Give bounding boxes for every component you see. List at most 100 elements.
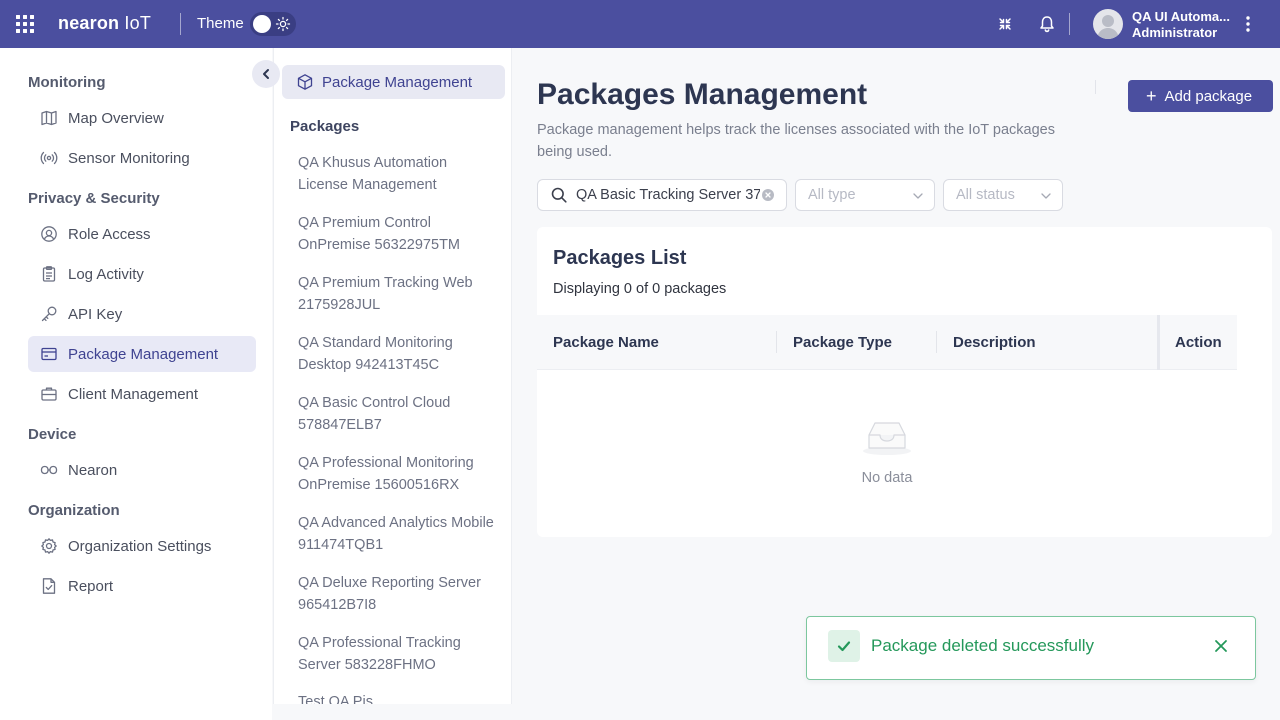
card-icon <box>41 347 57 361</box>
gear-icon <box>41 538 57 554</box>
subnav-active-label: Package Management <box>322 73 473 91</box>
column-separator <box>936 331 937 353</box>
clipboard-icon <box>42 266 56 282</box>
sidebar-item-label: Role Access <box>68 225 151 243</box>
sidebar-item-label: Organization Settings <box>68 537 212 555</box>
package-list-item[interactable]: QA Advanced Analytics Mobile 911474TQB1 <box>298 512 498 556</box>
table-header: Package Name Package Type Description Ac… <box>537 315 1237 370</box>
brand-logo[interactable]: nearon IoT <box>58 13 151 34</box>
collapse-fullscreen-icon[interactable] <box>995 14 1015 34</box>
column-description[interactable]: Description <box>953 315 1036 370</box>
page-title: Packages Management <box>537 78 868 111</box>
chevron-down-icon <box>1041 193 1051 199</box>
toast-message: Package deleted successfully <box>871 636 1095 655</box>
sidebar-item-report[interactable]: Report <box>28 568 256 604</box>
list-title: Packages List <box>553 247 687 269</box>
sidebar-item-label: Package Management <box>68 345 219 363</box>
brand-main: nearon <box>58 13 120 33</box>
column-separator <box>776 331 777 353</box>
briefcase-icon <box>41 387 57 401</box>
avatar[interactable] <box>1093 9 1123 39</box>
divider <box>1095 80 1096 94</box>
package-list-item[interactable]: QA Premium Control OnPremise 56322975TM <box>298 212 498 256</box>
bell-icon[interactable] <box>1037 14 1057 34</box>
sun-icon <box>275 16 291 32</box>
nearon-device-icon <box>40 465 58 475</box>
chevron-left-icon <box>263 69 269 79</box>
check-icon <box>828 630 860 662</box>
package-list-item[interactable]: QA Deluxe Reporting Server 965412B7I8 <box>298 572 498 616</box>
type-filter-placeholder: All type <box>808 187 856 203</box>
success-toast: Package deleted successfully <box>806 616 1256 680</box>
chevron-down-icon <box>913 193 923 199</box>
sidebar-item-role-access[interactable]: Role Access <box>28 216 256 252</box>
status-filter-select[interactable]: All status <box>943 179 1063 211</box>
add-package-label: Add package <box>1164 87 1253 105</box>
sidebar-item-label: Log Activity <box>68 265 144 283</box>
package-list-item[interactable]: QA Premium Tracking Web 2175928JUL <box>298 272 498 316</box>
sidebar-item-map-overview[interactable]: Map Overview <box>28 100 256 136</box>
user-circle-icon <box>41 226 57 242</box>
sidebar-item-label: Map Overview <box>68 109 164 127</box>
sidebar-item-nearon[interactable]: Nearon <box>28 452 256 488</box>
brand-suffix: IoT <box>119 13 152 33</box>
divider <box>180 13 181 35</box>
section-monitoring: Monitoring <box>28 74 106 91</box>
map-icon <box>41 110 57 126</box>
top-bar: nearon IoT Theme QA UI Automa... Adminis… <box>0 0 1280 48</box>
package-list-item[interactable]: QA Professional Tracking Server 583228FH… <box>298 632 498 676</box>
report-file-icon <box>42 578 56 594</box>
section-organization: Organization <box>28 502 120 519</box>
column-action[interactable]: Action <box>1175 315 1222 370</box>
package-subnav: Package Management Packages QA Khusus Au… <box>273 48 512 704</box>
sidebar-item-organization-settings[interactable]: Organization Settings <box>28 528 256 564</box>
toggle-knob <box>253 15 271 33</box>
section-device: Device <box>28 426 77 443</box>
empty-state-text: No data <box>861 470 913 486</box>
package-list-item[interactable]: Test QA Pis <box>298 691 498 704</box>
packages-heading: Packages <box>290 118 360 135</box>
close-icon[interactable] <box>1214 639 1228 653</box>
sidebar-item-sensor-monitoring[interactable]: Sensor Monitoring <box>28 140 256 176</box>
sidebar-item-log-activity[interactable]: Log Activity <box>28 256 256 292</box>
user-name[interactable]: QA UI Automa... <box>1132 9 1230 24</box>
theme-label: Theme <box>197 15 244 32</box>
package-list-item[interactable]: QA Professional Monitoring OnPremise 156… <box>298 452 498 496</box>
list-count: Displaying 0 of 0 packages <box>553 281 727 297</box>
clear-search-icon[interactable] <box>762 189 774 201</box>
add-package-button[interactable]: + Add package <box>1128 80 1273 112</box>
sidebar-item-label: Nearon <box>68 461 118 479</box>
user-silhouette-icon <box>1097 15 1119 39</box>
theme-toggle[interactable] <box>250 12 296 36</box>
sidebar-item-api-key[interactable]: API Key <box>28 296 256 332</box>
subnav-package-management[interactable]: Package Management <box>282 65 505 99</box>
column-package-type[interactable]: Package Type <box>793 315 892 370</box>
sidebar-item-label: Client Management <box>68 385 199 403</box>
empty-inbox-icon <box>863 422 911 455</box>
plus-icon: + <box>1146 86 1157 106</box>
more-vertical-icon[interactable] <box>1238 14 1258 34</box>
sidebar-item-client-management[interactable]: Client Management <box>28 376 256 412</box>
fixed-column-shadow <box>1157 315 1160 370</box>
search-input[interactable]: QA Basic Tracking Server 37 <box>537 179 787 211</box>
sidebar: Monitoring Map Overview Sensor Monitorin… <box>0 48 272 720</box>
package-list-item[interactable]: QA Basic Control Cloud 578847ELB7 <box>298 392 498 436</box>
user-role: Administrator <box>1132 25 1218 40</box>
key-icon <box>41 306 57 322</box>
apps-grid-icon[interactable] <box>16 15 34 33</box>
package-list-item[interactable]: QA Khusus Automation License Management <box>298 152 498 196</box>
package-list-item[interactable]: QA Standard Monitoring Desktop 942413T45… <box>298 332 498 376</box>
broadcast-icon <box>40 151 58 165</box>
collapse-sidebar-button[interactable] <box>252 60 280 88</box>
packages-list-card: Packages List Displaying 0 of 0 packages… <box>537 227 1272 537</box>
divider <box>1069 13 1070 35</box>
sidebar-item-label: Sensor Monitoring <box>68 149 190 167</box>
sidebar-item-label: API Key <box>68 305 123 323</box>
search-icon <box>551 187 567 203</box>
status-filter-placeholder: All status <box>956 187 1015 203</box>
search-value: QA Basic Tracking Server 37 <box>576 187 760 203</box>
column-package-name[interactable]: Package Name <box>553 315 659 370</box>
sidebar-item-package-management[interactable]: Package Management <box>28 336 256 372</box>
section-privacy-security: Privacy & Security <box>28 190 160 207</box>
type-filter-select[interactable]: All type <box>795 179 935 211</box>
